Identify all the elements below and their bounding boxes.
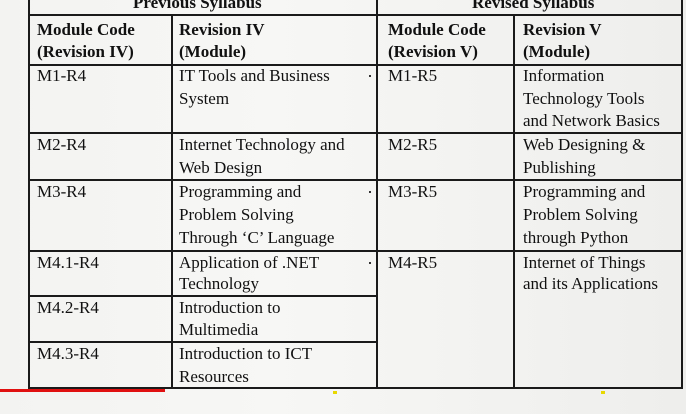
- prev-row-6-module-line1: Introduction to ICT: [179, 344, 313, 363]
- grid-vline: [513, 14, 515, 389]
- rev-code-header-line1: Module Code: [388, 20, 486, 39]
- prev-row-5-module-line2: Multimedia: [179, 320, 259, 339]
- scan-speck: [369, 191, 371, 193]
- previous-syllabus-header: Previous Syllabus: [133, 0, 262, 12]
- grid-vline: [376, 0, 378, 389]
- prev-row-5-code: M4.2-R4: [37, 298, 99, 317]
- rev-row-3-module-line1: Programming and: [523, 182, 646, 201]
- prev-module-header-line1: Revision IV: [179, 20, 265, 39]
- prev-row-2-module-line2: Web Design: [179, 158, 263, 177]
- grid-vline: [681, 0, 683, 389]
- prev-row-2-module-line1: Internet Technology and: [179, 135, 345, 154]
- rev-row-1-code: M1-R5: [388, 66, 438, 85]
- rev-row-1-module-line3: and Network Basics: [523, 111, 660, 130]
- prev-module-header-line2: (Module): [179, 42, 247, 61]
- scan-speck: [369, 262, 371, 264]
- prev-row-2-code: M2-R4: [37, 135, 87, 154]
- grid-hline: [28, 14, 683, 16]
- prev-row-4-code: M4.1-R4: [37, 253, 99, 272]
- prev-row-1-code: M1-R4: [37, 66, 87, 85]
- prev-row-5-module-line1: Introduction to: [179, 298, 281, 317]
- prev-row-3-module-line2: Problem Solving: [179, 205, 294, 224]
- grid-vline: [171, 14, 173, 389]
- rev-row-3-module-line3: through Python: [523, 228, 629, 247]
- rev-row-3-module-line2: Problem Solving: [523, 205, 638, 224]
- prev-code-header-line1: Module Code: [37, 20, 135, 39]
- rev-row-4-module-line1: Internet of Things: [523, 253, 646, 272]
- prev-row-1-module-line1: IT Tools and Business: [179, 66, 330, 85]
- prev-row-4-module-line2: Technology: [179, 274, 260, 293]
- prev-row-3-module-line1: Programming and: [179, 182, 302, 201]
- grid-vline: [28, 0, 30, 389]
- prev-row-4-module-line1: Application of .NET: [179, 253, 320, 272]
- prev-row-6-code: M4.3-R4: [37, 344, 99, 363]
- syllabus-document: Previous Syllabus Revised Syllabus Modul…: [0, 0, 686, 414]
- rev-row-2-module-line2: Publishing: [523, 158, 596, 177]
- marker-dot: [601, 391, 605, 394]
- prev-row-6-module-line2: Resources: [179, 367, 249, 386]
- rev-row-2-code: M2-R5: [388, 135, 438, 154]
- prev-row-3-module-line3: Through ‘C’ Language: [179, 228, 335, 247]
- rev-module-header-line2: (Module): [523, 42, 591, 61]
- scan-speck: [369, 75, 371, 77]
- rev-row-3-code: M3-R5: [388, 182, 438, 201]
- rev-row-1-module-line1: Information: [523, 66, 605, 85]
- marker-dot: [333, 391, 337, 394]
- rev-row-1-module-line2: Technology Tools: [523, 89, 645, 108]
- progress-bar-fill: [0, 389, 165, 392]
- rev-row-2-module-line1: Web Designing &: [523, 135, 646, 154]
- rev-row-4-code: M4-R5: [388, 253, 438, 272]
- rev-code-header-line2: (Revision V): [388, 42, 478, 61]
- prev-row-1-module-line2: System: [179, 89, 230, 108]
- prev-row-3-code: M3-R4: [37, 182, 87, 201]
- rev-row-4-module-line2: and its Applications: [523, 274, 659, 293]
- rev-module-header-line1: Revision V: [523, 20, 602, 39]
- prev-code-header-line2: (Revision IV): [37, 42, 134, 61]
- revised-syllabus-header: Revised Syllabus: [472, 0, 595, 12]
